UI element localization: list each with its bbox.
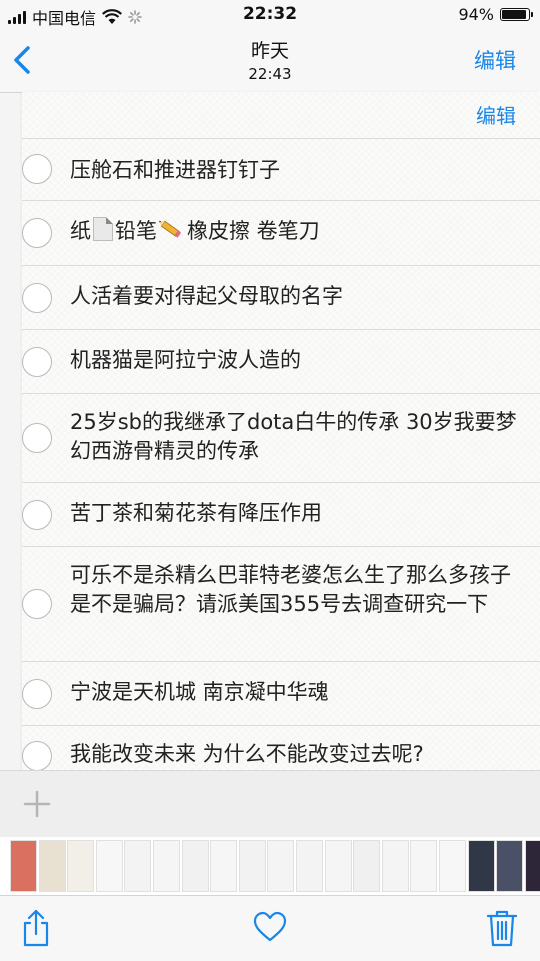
photo-thumbnail[interactable] [38,840,66,892]
reminder-text-segment: 苦丁茶和菊花茶有降压作用 [70,501,322,525]
reminder-checkbox[interactable] [22,347,52,377]
reminder-text[interactable]: 宁波是天机城 南京凝中华魂 [70,678,518,707]
reminder-text-segment: 机器猫是阿拉宁波人造的 [70,348,301,372]
share-icon [23,909,49,947]
photo-thumbnail[interactable] [153,840,180,892]
nav-bar: 昨天 22:43 编辑 [0,30,540,93]
photo-thumbnail[interactable] [296,840,323,892]
list-edit-button[interactable]: 编辑 [476,100,516,129]
photo-thumbnail[interactable] [181,840,209,892]
reminder-checkbox[interactable] [22,589,52,619]
battery-fill [502,10,527,19]
photo-thumbnail[interactable] [210,840,238,892]
reminder-checkbox[interactable] [22,679,52,709]
page-subtitle-time: 22:43 [248,65,292,83]
photo-thumbnail[interactable] [439,840,466,892]
like-button[interactable] [252,908,288,948]
photo-thumbnail[interactable] [324,840,352,892]
photo-thumbnail[interactable] [524,840,540,892]
page-title: 昨天 [250,40,289,62]
photo-thumbnail[interactable] [267,840,295,892]
add-bar [0,770,540,837]
reminder-list-panel: 编辑 压舱石和推进器钉钉子纸铅笔 橡皮擦 卷笔刀人活着要对得起父母取的名字 机器猫是… [22,92,540,770]
reminder-checkbox[interactable] [22,154,52,184]
reminder-item[interactable]: 压舱石和推进器钉钉子 [22,138,540,201]
reminder-item[interactable]: 我能改变未来 为什么不能改变过去呢? [22,726,540,770]
reminder-text[interactable]: 人活着要对得起父母取的名字 [70,282,518,311]
reminder-list: 压舱石和推进器钉钉子纸铅笔 橡皮擦 卷笔刀人活着要对得起父母取的名字 机器猫是阿拉宁… [22,138,540,770]
reminder-checkbox[interactable] [22,283,52,313]
trash-icon [486,910,518,947]
photo-thumbnail-strip[interactable] [0,837,540,895]
photo-thumbnail[interactable] [124,840,152,892]
reminder-text-segment: 我能改变未来 为什么不能改变过去呢? [70,742,424,766]
reminder-item[interactable]: 25岁sb的我继承了dota白牛的传承 30岁我要梦幻西游骨精灵的传承 [22,394,540,483]
share-button[interactable] [18,908,54,948]
photo-thumbnail[interactable] [95,840,123,892]
reminder-text-segment: 橡皮擦 卷笔刀 [187,219,320,243]
paper-document-icon [93,217,113,241]
photo-thumbnail[interactable] [10,840,37,892]
battery-icon [500,8,533,21]
add-reminder-button[interactable] [22,789,52,819]
pencil-icon [159,220,182,238]
photo-thumbnail[interactable] [238,840,266,892]
reminder-checkbox[interactable] [22,741,52,770]
reminder-text-segment: 铅笔 [115,219,157,243]
reminder-text[interactable]: 压舱石和推进器钉钉子 [70,156,518,185]
reminder-text[interactable]: 纸铅笔 橡皮擦 卷笔刀 [70,217,518,246]
reminder-text-segment: 纸 [70,219,91,243]
heart-icon [253,911,287,942]
status-right: 94% [458,5,533,24]
bottom-toolbar [0,895,540,961]
reminder-text-segment: 25岁sb的我继承了dota白牛的传承 30岁我要梦幻西游骨精灵的传承 [70,410,517,463]
status-bar: 中国电信 22:32 94% [0,0,540,30]
reminder-item[interactable]: 机器猫是阿拉宁波人造的 [22,330,540,394]
reminder-item[interactable]: 苦丁茶和菊花茶有降压作用 [22,483,540,547]
battery-percent: 94% [458,5,494,24]
reminder-text-segment: 人活着要对得起父母取的名字 [70,284,343,308]
photo-thumbnail[interactable] [496,840,524,892]
reminder-checkbox[interactable] [22,218,52,248]
reminder-text-segment: 可乐不是杀精么巴菲特老婆怎么生了那么多孩子是不是骗局？请派美国355号去调查研究… [70,563,511,616]
photo-thumbnail[interactable] [410,840,438,892]
reminder-item[interactable]: 宁波是天机城 南京凝中华魂 [22,662,540,726]
reminder-item[interactable]: 人活着要对得起父母取的名字 [22,266,540,330]
reminder-item[interactable]: 纸铅笔 橡皮擦 卷笔刀 [22,201,540,266]
reminder-checkbox[interactable] [22,500,52,530]
reminder-text-segment: 压舱石和推进器钉钉子 [70,158,280,182]
reminder-text[interactable]: 我能改变未来 为什么不能改变过去呢? [70,740,518,769]
reminder-text[interactable]: 苦丁茶和菊花茶有降压作用 [70,499,518,528]
reminder-checkbox[interactable] [22,423,52,453]
nav-edit-button[interactable]: 编辑 [474,45,516,75]
reminder-text[interactable]: 机器猫是阿拉宁波人造的 [70,346,518,375]
reminder-text[interactable]: 可乐不是杀精么巴菲特老婆怎么生了那么多孩子是不是骗局？请派美国355号去调查研究… [70,561,518,619]
photo-thumbnail[interactable] [381,840,409,892]
plus-icon [23,790,51,818]
delete-button[interactable] [484,908,520,948]
photo-thumbnail[interactable] [467,840,495,892]
reminder-text[interactable]: 25岁sb的我继承了dota白牛的传承 30岁我要梦幻西游骨精灵的传承 [70,408,518,466]
reminder-item[interactable]: 可乐不是杀精么巴菲特老婆怎么生了那么多孩子是不是骗局？请派美国355号去调查研究… [22,547,540,662]
photo-thumbnail[interactable] [353,840,381,892]
reminder-text-segment: 宁波是天机城 南京凝中华魂 [70,680,329,704]
photo-thumbnail[interactable] [67,840,95,892]
